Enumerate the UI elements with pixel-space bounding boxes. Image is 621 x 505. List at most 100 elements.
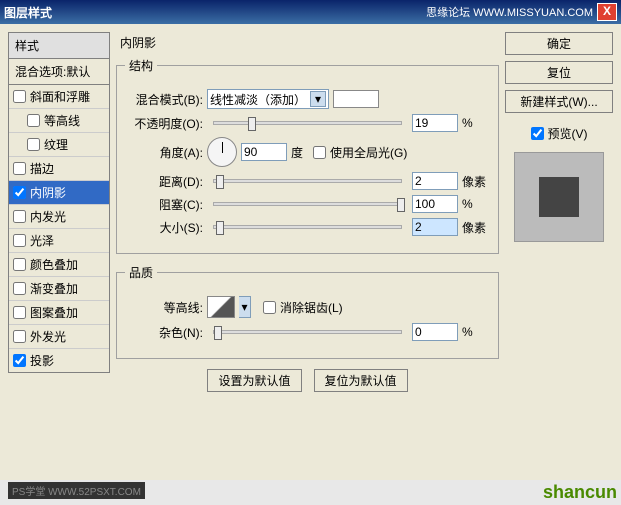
choke-unit: % <box>462 197 490 211</box>
titlebar-branding: 思缘论坛 WWW.MISSYUAN.COM <box>426 4 593 20</box>
watermark-right: shancun <box>543 482 617 503</box>
sidebar-item-3[interactable]: 描边 <box>9 156 109 180</box>
blend-mode-select[interactable]: 线性减淡（添加） ▾ <box>207 89 329 109</box>
sidebar-item-check-2[interactable] <box>27 138 40 151</box>
reset-default-button[interactable]: 复位为默认值 <box>314 369 408 392</box>
global-light-check-input[interactable] <box>313 146 326 159</box>
sidebar-item-check-4[interactable] <box>13 186 26 199</box>
contour-dropdown-icon[interactable]: ▾ <box>239 296 251 318</box>
antialias-check-input[interactable] <box>263 301 276 314</box>
window-title: 图层样式 <box>4 4 426 21</box>
preview-checkbox[interactable]: 预览(V) <box>531 125 588 142</box>
sidebar-item-check-5[interactable] <box>13 210 26 223</box>
choke-slider[interactable] <box>213 202 402 206</box>
sidebar-item-0[interactable]: 斜面和浮雕 <box>9 85 109 108</box>
sidebar-item-9[interactable]: 图案叠加 <box>9 300 109 324</box>
distance-slider[interactable] <box>213 179 402 183</box>
preview-thumbnail <box>539 177 579 217</box>
preview-label: 预览(V) <box>548 125 588 142</box>
dialog-body: 样式 混合选项:默认 斜面和浮雕等高线纹理描边内阴影内发光光泽颜色叠加渐变叠加图… <box>0 24 621 480</box>
antialias-checkbox[interactable]: 消除锯齿(L) <box>263 299 343 316</box>
angle-unit: 度 <box>291 144 303 161</box>
right-column: 确定 复位 新建样式(W)... 预览(V) <box>505 32 613 472</box>
quality-legend: 品质 <box>125 264 157 281</box>
contour-swatch[interactable] <box>207 296 235 318</box>
blend-mode-value: 线性减淡（添加） <box>210 91 306 108</box>
sidebar-item-label: 颜色叠加 <box>30 256 78 273</box>
sidebar-item-label: 图案叠加 <box>30 304 78 321</box>
sidebar-item-8[interactable]: 渐变叠加 <box>9 276 109 300</box>
color-swatch[interactable] <box>333 90 379 108</box>
sidebar-item-label: 描边 <box>30 160 54 177</box>
contour-label: 等高线: <box>125 299 203 316</box>
titlebar: 图层样式 思缘论坛 WWW.MISSYUAN.COM X <box>0 0 621 24</box>
noise-input[interactable] <box>412 323 458 341</box>
sidebar-item-check-6[interactable] <box>13 234 26 247</box>
antialias-label: 消除锯齿(L) <box>280 299 343 316</box>
sidebar-item-6[interactable]: 光泽 <box>9 228 109 252</box>
sidebar-item-5[interactable]: 内发光 <box>9 204 109 228</box>
choke-label: 阻塞(C): <box>125 196 203 213</box>
sidebar-item-label: 斜面和浮雕 <box>30 88 90 105</box>
sidebar-item-1[interactable]: 等高线 <box>9 108 109 132</box>
sidebar-item-check-1[interactable] <box>27 114 40 127</box>
styles-sidebar: 样式 混合选项:默认 斜面和浮雕等高线纹理描边内阴影内发光光泽颜色叠加渐变叠加图… <box>8 32 110 472</box>
global-light-label: 使用全局光(G) <box>330 144 407 161</box>
panel-title: 内阴影 <box>120 34 499 51</box>
new-style-button[interactable]: 新建样式(W)... <box>505 90 613 113</box>
sidebar-header[interactable]: 样式 <box>8 32 110 59</box>
preview-box <box>514 152 604 242</box>
noise-label: 杂色(N): <box>125 324 203 341</box>
sidebar-item-check-0[interactable] <box>13 90 26 103</box>
quality-group: 品质 等高线: ▾ 消除锯齿(L) 杂色(N): % <box>116 264 499 359</box>
cancel-button[interactable]: 复位 <box>505 61 613 84</box>
choke-input[interactable] <box>412 195 458 213</box>
preview-check-input[interactable] <box>531 127 544 140</box>
watermark-left: PS学堂 WWW.52PSXT.COM <box>8 482 145 499</box>
sidebar-item-check-9[interactable] <box>13 306 26 319</box>
sidebar-item-label: 外发光 <box>30 328 66 345</box>
sidebar-item-check-11[interactable] <box>13 354 26 367</box>
make-default-button[interactable]: 设置为默认值 <box>207 369 301 392</box>
sidebar-item-label: 光泽 <box>30 232 54 249</box>
sidebar-item-4[interactable]: 内阴影 <box>9 180 109 204</box>
close-button[interactable]: X <box>597 3 617 21</box>
size-unit: 像素 <box>462 219 490 236</box>
sidebar-item-check-7[interactable] <box>13 258 26 271</box>
opacity-label: 不透明度(O): <box>125 115 203 132</box>
sidebar-item-check-10[interactable] <box>13 330 26 343</box>
sidebar-item-11[interactable]: 投影 <box>9 348 109 372</box>
sidebar-item-label: 渐变叠加 <box>30 280 78 297</box>
sidebar-item-label: 内阴影 <box>30 184 66 201</box>
blending-options-default[interactable]: 混合选项:默认 <box>8 59 110 85</box>
ok-button[interactable]: 确定 <box>505 32 613 55</box>
sidebar-item-2[interactable]: 纹理 <box>9 132 109 156</box>
size-label: 大小(S): <box>125 219 203 236</box>
sidebar-item-7[interactable]: 颜色叠加 <box>9 252 109 276</box>
distance-input[interactable] <box>412 172 458 190</box>
global-light-checkbox[interactable]: 使用全局光(G) <box>313 144 407 161</box>
sidebar-item-label: 纹理 <box>44 136 68 153</box>
styles-list: 斜面和浮雕等高线纹理描边内阴影内发光光泽颜色叠加渐变叠加图案叠加外发光投影 <box>8 85 110 373</box>
sidebar-item-10[interactable]: 外发光 <box>9 324 109 348</box>
sidebar-item-label: 内发光 <box>30 208 66 225</box>
sidebar-item-check-8[interactable] <box>13 282 26 295</box>
opacity-input[interactable] <box>412 114 458 132</box>
size-input[interactable] <box>412 218 458 236</box>
size-slider[interactable] <box>213 225 402 229</box>
distance-label: 距离(D): <box>125 173 203 190</box>
angle-label: 角度(A): <box>125 144 203 161</box>
angle-input[interactable] <box>241 143 287 161</box>
distance-unit: 像素 <box>462 173 490 190</box>
sidebar-item-label: 投影 <box>30 352 54 369</box>
opacity-unit: % <box>462 116 490 130</box>
opacity-slider[interactable] <box>213 121 402 125</box>
noise-slider[interactable] <box>213 330 402 334</box>
structure-group: 结构 混合模式(B): 线性减淡（添加） ▾ 不透明度(O): % 角度(A): <box>116 57 499 254</box>
angle-knob[interactable] <box>207 137 237 167</box>
sidebar-item-label: 等高线 <box>44 112 80 129</box>
chevron-down-icon: ▾ <box>310 91 326 107</box>
settings-panel: 内阴影 结构 混合模式(B): 线性减淡（添加） ▾ 不透明度(O): % 角度… <box>110 32 505 472</box>
noise-unit: % <box>462 325 490 339</box>
sidebar-item-check-3[interactable] <box>13 162 26 175</box>
